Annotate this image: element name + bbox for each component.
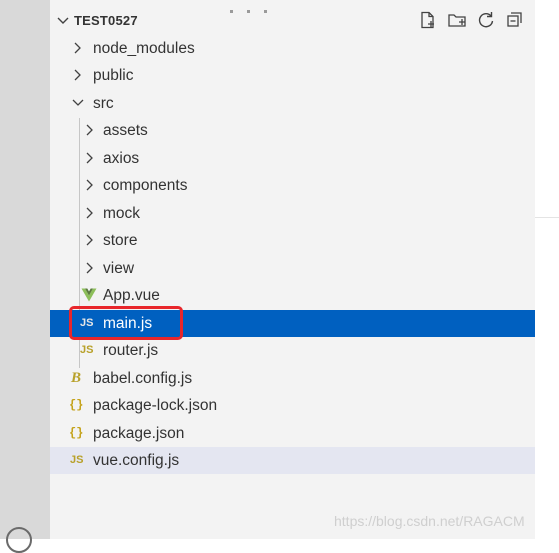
annotation-highlight-box: [69, 306, 183, 340]
collapse-all-icon[interactable]: [505, 10, 525, 30]
babel-file-icon: B: [71, 370, 82, 386]
tree-item-label: axios: [103, 150, 140, 167]
tree-item-vue-config[interactable]: JS vue.config.js: [50, 447, 535, 474]
tree-item-label: src: [93, 95, 114, 112]
chevron-right-icon: [74, 69, 81, 81]
tree-item-view[interactable]: view: [50, 255, 535, 282]
chevron-right-icon: [86, 124, 93, 136]
explorer-panel: TEST0527 node_modules public src assets …: [50, 0, 535, 539]
tree-item-label: router.js: [103, 342, 159, 359]
chevron-right-icon: [86, 179, 93, 191]
tree-item-label: node_modules: [93, 40, 195, 57]
tree-item-babel-config[interactable]: B babel.config.js: [50, 365, 535, 392]
chevron-right-icon: [86, 262, 93, 274]
tree-item-router-js[interactable]: JS router.js: [50, 337, 535, 364]
tree-item-label: mock: [103, 205, 141, 222]
tree-item-label: package.json: [93, 425, 185, 442]
tree-item-assets[interactable]: assets: [50, 117, 535, 144]
tree-item-label: store: [103, 232, 138, 249]
chevron-down-icon: [72, 99, 84, 106]
tree-item-package-lock-json[interactable]: {} package-lock.json: [50, 392, 535, 419]
tree-item-label: babel.config.js: [93, 370, 193, 387]
tree-item-mock[interactable]: mock: [50, 200, 535, 227]
tree-item-store[interactable]: store: [50, 227, 535, 254]
tree-item-label: assets: [103, 122, 148, 139]
tree-item-components[interactable]: components: [50, 172, 535, 199]
header-actions: [418, 10, 534, 32]
tree-item-package-json[interactable]: {} package.json: [50, 420, 535, 447]
tree-item-node-modules[interactable]: node_modules: [50, 35, 535, 62]
new-file-icon[interactable]: [418, 10, 438, 30]
tree-item-label: vue.config.js: [93, 452, 180, 469]
divider: [535, 217, 559, 218]
editor-area-edge: [535, 0, 559, 539]
chevron-right-icon: [74, 42, 81, 54]
tree-item-public[interactable]: public: [50, 62, 535, 89]
new-folder-icon[interactable]: [447, 10, 467, 30]
vue-file-icon: [81, 288, 97, 302]
tree-item-label: package-lock.json: [93, 397, 218, 414]
chevron-right-icon: [86, 207, 93, 219]
chevron-right-icon: [86, 234, 93, 246]
tree-item-label: view: [103, 260, 135, 277]
activity-bar: [0, 0, 50, 553]
watermark: https://blog.csdn.net/RAGACM: [334, 513, 525, 529]
tree-item-label: App.vue: [103, 287, 160, 304]
account-icon[interactable]: [6, 527, 32, 553]
tree-item-app-vue[interactable]: App.vue: [50, 282, 535, 309]
tree-item-label: components: [103, 177, 188, 194]
json-file-icon: {}: [69, 398, 84, 412]
refresh-icon[interactable]: [476, 10, 496, 30]
cropped-toolbar-remnant: [230, 0, 320, 13]
chevron-down-icon[interactable]: [55, 12, 71, 28]
json-file-icon: {}: [69, 426, 84, 440]
tree-item-label: public: [93, 67, 134, 84]
chevron-right-icon: [86, 152, 93, 164]
js-file-icon: JS: [70, 454, 84, 466]
project-title: TEST0527: [74, 13, 138, 28]
tree-item-axios[interactable]: axios: [50, 145, 535, 172]
explorer-section-header[interactable]: TEST0527: [50, 8, 535, 34]
tree-item-src[interactable]: src: [50, 90, 535, 117]
js-file-icon: JS: [80, 344, 94, 356]
